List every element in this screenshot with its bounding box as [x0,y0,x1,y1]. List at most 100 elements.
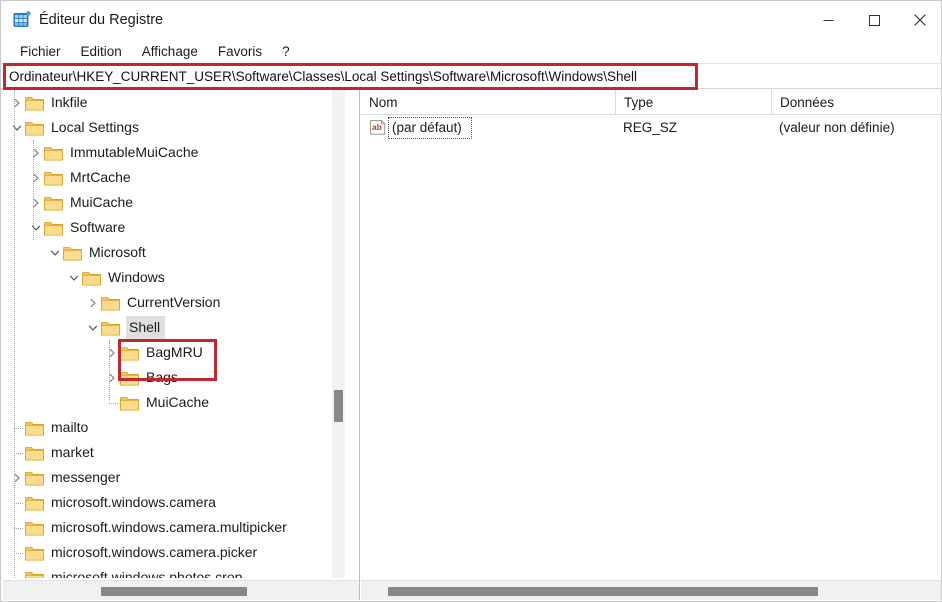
close-button[interactable] [897,1,941,39]
chevron-right-icon[interactable] [28,165,44,190]
tree-item-inkfile[interactable]: Inkfile [3,90,343,115]
folder-icon [63,245,82,261]
tree-item-microsoft-windows-camera-multipicker[interactable]: microsoft.windows.camera.multipicker [3,515,343,540]
tree-item-local-settings[interactable]: Local Settings [3,115,343,140]
window-title: Éditeur du Registre [39,12,164,28]
minimize-button[interactable] [805,1,851,39]
values-hscroll-thumb[interactable] [388,587,818,596]
chevron-right-icon[interactable] [28,140,44,165]
tree-guide-line [33,140,34,240]
folder-icon [25,545,44,561]
folder-icon [44,170,63,186]
address-bar[interactable]: Ordinateur\HKEY_CURRENT_USER\Software\Cl… [1,63,941,89]
tree-item-label: microsoft.windows.camera [51,494,216,510]
tree-vertical-scrollbar[interactable] [332,90,345,578]
menu-item-fichier[interactable]: Fichier [10,42,71,61]
cell-data: (valeur non définie) [779,120,895,135]
cell-name: (par défaut) [392,120,462,135]
tree-item-messenger[interactable]: messenger [3,465,343,490]
chevron-down-icon[interactable] [47,240,63,265]
tree-item-mrtcache[interactable]: MrtCache [3,165,343,190]
menu-bar: Fichier Edition Affichage Favoris ? [1,39,941,63]
tree-guide-line [14,453,23,454]
column-header-type[interactable]: Type [615,90,771,115]
tree-item-windows[interactable]: Windows [3,265,343,290]
folder-icon [120,370,139,386]
window-controls [805,1,941,39]
tree-item-muicache[interactable]: MuiCache [3,190,343,215]
menu-item-help[interactable]: ? [272,42,300,61]
tree-item-currentversion[interactable]: CurrentVersion [3,290,343,315]
folder-icon [25,445,44,461]
tree-item-label: mailto [51,419,89,435]
column-header-data[interactable]: Données [771,90,941,115]
folder-icon [101,295,120,311]
folder-icon [120,345,139,361]
registry-editor-icon [12,10,32,30]
tree-guide-line [109,340,110,404]
tree-guide-line [14,428,23,429]
folder-icon [25,120,44,136]
folder-icon [101,320,120,336]
tree-item-label: MuiCache [70,194,134,210]
chevron-right-icon[interactable] [104,365,120,390]
tree-vscroll-thumb[interactable] [334,390,343,422]
chevron-right-icon[interactable] [9,90,25,115]
tree-item-mailto[interactable]: mailto [3,415,343,440]
chevron-right-icon[interactable] [9,465,25,490]
tree-horizontal-scrollbar[interactable] [3,580,359,600]
chevron-right-icon[interactable] [104,340,120,365]
tree-item-market[interactable]: market [3,440,343,465]
values-horizontal-scrollbar[interactable] [361,580,941,600]
tree-item-label: MrtCache [70,169,131,185]
address-path-text: Ordinateur\HKEY_CURRENT_USER\Software\Cl… [9,69,637,84]
tree-item-label: Software [70,219,126,235]
tree-item-label: microsoft.windows.photos.crop [51,569,243,578]
tree-item-label: Windows [108,269,165,285]
tree-item-microsoft-windows-camera-picker[interactable]: microsoft.windows.camera.picker [3,540,343,565]
tree-item-label: Bags [146,369,178,385]
registry-tree[interactable]: Inkfile Local Settings ImmutableMuiCache Mr… [3,90,343,578]
column-header-name[interactable]: Nom [361,90,615,115]
tree-item-label: microsoft.windows.camera.multipicker [51,519,287,535]
tree-item-label: MuiCache [146,394,210,410]
chevron-right-icon[interactable] [28,190,44,215]
tree-hscroll-thumb[interactable] [101,587,247,596]
folder-icon [82,270,101,286]
tree-item-microsoft-windows-photos-crop[interactable]: microsoft.windows.photos.crop [3,565,343,578]
menu-item-favoris[interactable]: Favoris [208,42,272,61]
menu-item-affichage[interactable]: Affichage [132,42,208,61]
tree-item-muicache[interactable]: MuiCache [3,390,343,415]
folder-icon [44,220,63,236]
tree-item-microsoft[interactable]: Microsoft [3,240,343,265]
tree-item-shell[interactable]: Shell [3,315,343,340]
tree-item-label: Shell [126,316,166,339]
tree-item-bagmru[interactable]: BagMRU [3,340,343,365]
folder-icon [44,195,63,211]
tree-item-label: messenger [51,469,121,485]
chevron-down-icon[interactable] [28,215,44,240]
chevron-right-icon[interactable] [85,290,101,315]
table-row[interactable]: ab (par défaut) REG_SZ (valeur non défin… [361,116,941,140]
registry-tree-pane: Inkfile Local Settings ImmutableMuiCache Mr… [3,90,360,600]
menu-item-edition[interactable]: Edition [71,42,132,61]
address-bar-container: Ordinateur\HKEY_CURRENT_USER\Software\Cl… [1,63,941,89]
tree-item-microsoft-windows-camera[interactable]: microsoft.windows.camera [3,490,343,515]
tree-item-software[interactable]: Software [3,215,343,240]
tree-item-immutablemuicache[interactable]: ImmutableMuiCache [3,140,343,165]
folder-icon [25,420,44,436]
chevron-down-icon[interactable] [85,315,101,340]
tree-guide-line [14,90,15,578]
tree-guide-line [14,553,23,554]
values-column-header: Nom Type Données [361,90,941,115]
chevron-down-icon[interactable] [9,115,25,140]
title-bar: Éditeur du Registre [1,1,941,39]
chevron-down-icon[interactable] [66,265,82,290]
tree-guide-line [14,503,23,504]
tree-item-label: market [51,444,94,460]
folder-icon [120,395,139,411]
folder-icon [25,470,44,486]
maximize-button[interactable] [851,1,897,39]
folder-icon [25,495,44,511]
tree-item-bags[interactable]: Bags [3,365,343,390]
